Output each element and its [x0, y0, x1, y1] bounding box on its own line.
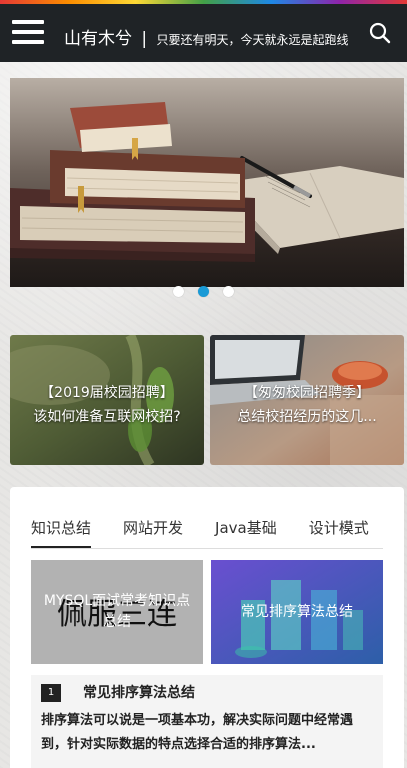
featured-card-line2: 总结校招经历的这几...	[237, 409, 377, 425]
carousel-dot-3[interactable]	[223, 286, 234, 297]
category-tabs: 知识总结 网站开发 Java基础 设计模式	[31, 515, 383, 549]
tab-java-basics[interactable]: Java基础	[215, 515, 277, 548]
article-card-mysql[interactable]: 佩服三连 MYSQL面试常考知识点总结	[31, 560, 203, 664]
hero-carousel[interactable]	[10, 78, 404, 287]
list-item-description: 排序算法可以说是一项基本功，解决实际问题中经常遇到，针对实际数据的特点选择合适的…	[41, 713, 354, 752]
carousel-dots	[0, 286, 407, 298]
site-title: 山有木兮	[64, 29, 132, 49]
featured-card-campus-season[interactable]: 【匆匆校园招聘季】 总结校招经历的这几...	[210, 335, 404, 465]
featured-card-campus-recruit-2019[interactable]: 【2019届校园招聘】 该如何准备互联网校招?	[10, 335, 204, 465]
top-navigation-bar: 山有木兮 | 只要还有明天，今天就永远是起跑线	[0, 4, 407, 62]
featured-card-line1: 【2019届校园招聘】	[40, 385, 174, 401]
site-tagline: 只要还有明天，今天就永远是起跑线	[156, 33, 349, 47]
search-icon[interactable]	[369, 22, 391, 44]
tab-knowledge-summary[interactable]: 知识总结	[31, 515, 92, 548]
tab-web-development[interactable]: 网站开发	[123, 515, 183, 548]
article-card-title: 常见排序算法总结	[241, 603, 353, 620]
title-separator: |	[141, 29, 148, 49]
hamburger-menu-icon[interactable]	[12, 20, 44, 48]
list-item-title: 常见排序算法总结	[83, 685, 195, 701]
article-card-title: MYSQL面试常考知识点总结	[43, 593, 191, 630]
list-item[interactable]: 1 常见排序算法总结 排序算法可以说是一项基本功，解决实际问题中经常遇到，针对实…	[31, 675, 383, 768]
carousel-dot-1[interactable]	[173, 286, 184, 297]
books-image	[10, 78, 404, 287]
article-card-sorting[interactable]: 常见排序算法总结	[211, 560, 383, 664]
featured-card-line2: 该如何准备互联网校招?	[33, 409, 181, 425]
rank-badge: 1	[41, 684, 61, 702]
tab-design-patterns[interactable]: 设计模式	[309, 515, 369, 548]
featured-card-line1: 【匆匆校园招聘季】	[244, 385, 370, 401]
site-title-group[interactable]: 山有木兮 | 只要还有明天，今天就永远是起跑线	[64, 24, 349, 49]
carousel-dot-2[interactable]	[198, 286, 209, 297]
